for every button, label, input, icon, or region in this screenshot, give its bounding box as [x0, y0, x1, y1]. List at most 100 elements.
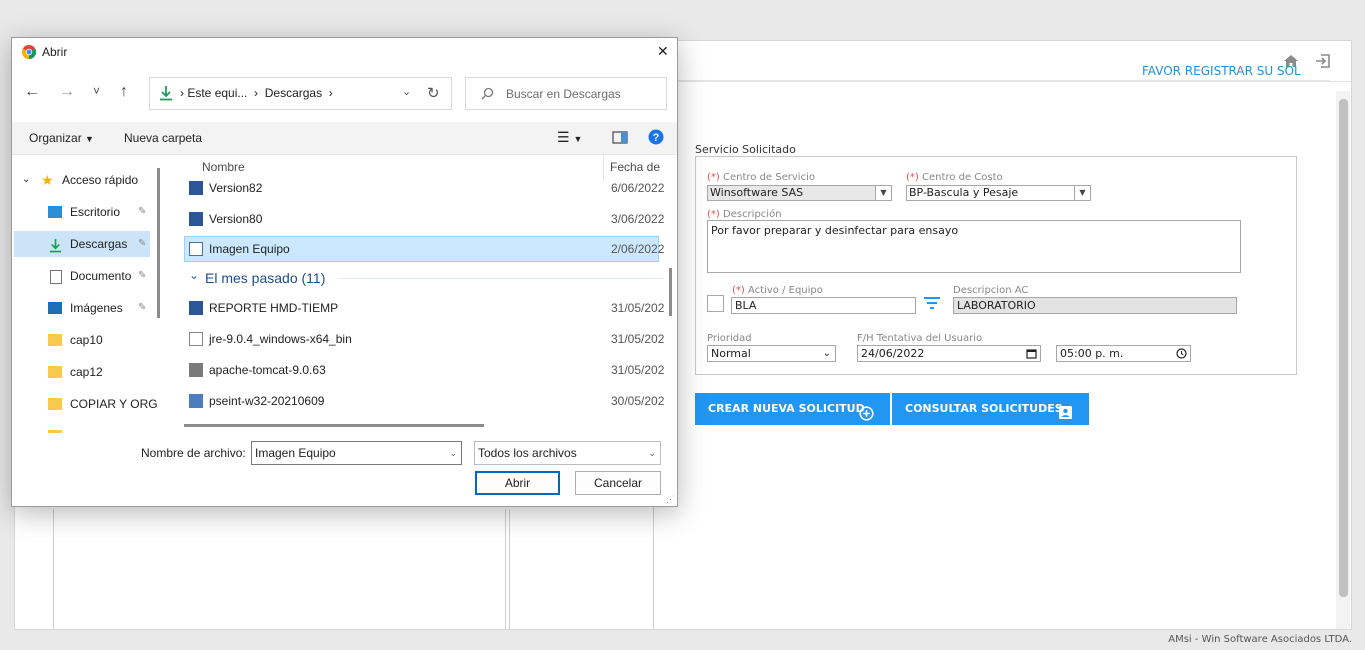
nav-item-cap12[interactable]: cap12: [14, 359, 150, 385]
preview-pane-icon[interactable]: [612, 131, 628, 147]
nav-label: Documento: [70, 269, 132, 283]
dropdown-arrow-icon: ▼: [875, 186, 891, 200]
nav-item-partial[interactable]: [14, 423, 150, 433]
filetype-select[interactable]: Todos los archivos ⌄: [474, 441, 661, 465]
chevron-down-icon[interactable]: ⌄: [648, 442, 656, 464]
file-date: 31/05/202: [611, 301, 665, 315]
group-divider: [339, 278, 664, 279]
forward-arrow-icon[interactable]: →: [59, 83, 75, 101]
filename-input[interactable]: Imagen Equipo ⌄: [251, 441, 462, 465]
refresh-icon[interactable]: ↻: [427, 84, 440, 102]
group-label: El mes pasado (11): [205, 270, 326, 286]
nav-item-escritorio[interactable]: Escritorio ✎: [14, 199, 150, 225]
chrome-icon: [21, 44, 37, 63]
hora-input[interactable]: 05:00 p. m.: [1056, 345, 1191, 362]
filename-label: Nombre de archivo:: [141, 446, 246, 460]
open-button[interactable]: Abrir: [475, 471, 560, 495]
file-list: Nombre Fecha de Version82 6/06/2022 Vers…: [167, 154, 677, 433]
breadcrumb-item[interactable]: Este equi...: [187, 86, 247, 100]
centro-costo-select[interactable]: BP-Bascula y Pesaje ▼: [906, 185, 1091, 201]
label-text: Activo / Equipo: [748, 285, 823, 296]
nav-item-documentos[interactable]: Documento ✎: [14, 263, 150, 289]
activo-checkbox[interactable]: [707, 295, 724, 312]
add-circle-icon: [859, 402, 874, 434]
address-bar[interactable]: › Este equi... › Descargas › ⌄ ↻: [149, 77, 452, 110]
chevron-down-icon[interactable]: ⌄: [449, 442, 457, 464]
file-row[interactable]: Version82 6/06/2022: [185, 175, 664, 201]
navigation-scrollbar[interactable]: [157, 168, 160, 318]
prioridad-select[interactable]: Normal ⌄: [707, 345, 836, 362]
close-icon[interactable]: ✕: [657, 43, 669, 60]
file-row-selected[interactable]: Imagen Equipo 2/06/2022: [184, 236, 664, 262]
chevron-down-icon[interactable]: ⌄: [189, 268, 199, 282]
contact-card-icon: [1058, 401, 1073, 433]
file-date: 2/06/2022: [611, 242, 665, 256]
file-row[interactable]: apache-tomcat-9.0.63 31/05/202: [185, 357, 664, 383]
centro-servicio-select[interactable]: Winsoftware SAS ▼: [707, 185, 892, 201]
fecha-input[interactable]: 24/06/2022: [857, 345, 1041, 362]
organizar-button[interactable]: Organizar ▼: [29, 131, 94, 145]
footer-text: AMsi - Win Software Asociados LTDA.: [1168, 634, 1352, 645]
descripcion-ac-label: Descripcion AC: [953, 285, 1029, 296]
nav-label: Descargas: [70, 237, 128, 251]
nueva-carpeta-button[interactable]: Nueva carpeta: [124, 131, 202, 145]
logout-icon[interactable]: [1315, 53, 1331, 72]
nav-item-imagenes[interactable]: Imágenes ✎: [14, 295, 150, 321]
file-list-scrollbar[interactable]: [669, 268, 672, 316]
desktop-icon: [48, 206, 62, 218]
navigation-pane: ⌄ ★ Acceso rápido Escritorio ✎ Descargas…: [12, 154, 158, 433]
required-mark: (*): [707, 209, 720, 220]
column-header-name[interactable]: Nombre: [202, 160, 245, 174]
recent-locations-icon[interactable]: ˅: [93, 84, 100, 98]
help-icon[interactable]: ?: [648, 129, 664, 148]
file-list-horizontal-scrollbar[interactable]: [184, 424, 484, 427]
cancel-button[interactable]: Cancelar: [575, 471, 661, 495]
nav-label: COPIAR Y ORG: [70, 397, 158, 411]
dropdown-arrow-icon: ▼: [1074, 186, 1090, 200]
filename-value: Imagen Equipo: [255, 446, 336, 460]
chevron-down-icon[interactable]: ⌄: [22, 167, 30, 193]
image-file-icon: [189, 242, 203, 256]
file-row[interactable]: REPORTE HMD-TIEMP 31/05/202: [185, 295, 664, 321]
nav-item-descargas[interactable]: Descargas ✎: [14, 231, 150, 257]
activo-input[interactable]: BLA: [731, 297, 916, 314]
pin-icon: ✎: [138, 238, 147, 249]
centro-servicio-label: (*) Centro de Servicio: [707, 172, 815, 183]
nav-item-acceso-rapido[interactable]: ⌄ ★ Acceso rápido: [14, 167, 150, 193]
view-options-icon[interactable]: ☰ ▼: [557, 129, 582, 146]
calendar-icon[interactable]: [1026, 348, 1037, 363]
file-name: Version80: [209, 212, 263, 226]
breadcrumb-item[interactable]: Descargas: [265, 86, 322, 100]
nav-item-copiar-y-org[interactable]: COPIAR Y ORG: [14, 391, 158, 417]
resize-grip-icon[interactable]: ⋰: [666, 494, 675, 505]
file-row[interactable]: pseint-w32-20210609 30/05/202: [185, 388, 664, 414]
filetype-value: Todos los archivos: [478, 446, 577, 460]
required-mark: (*): [732, 285, 745, 296]
file-date: 31/05/202: [611, 363, 665, 377]
consultar-solicitudes-button[interactable]: CONSULTAR SOLICITUDES: [892, 393, 1089, 425]
file-date: 31/05/202: [611, 332, 665, 346]
filter-icon[interactable]: [922, 296, 942, 310]
file-date: 3/06/2022: [611, 212, 665, 226]
centro-costo-label: (*) Centro de Costo: [906, 172, 1003, 183]
descripcion-textarea[interactable]: Por favor preparar y desinfectar para en…: [707, 220, 1241, 273]
page-scrollbar-thumb[interactable]: [1339, 99, 1348, 597]
search-box[interactable]: Buscar en Descargas: [465, 77, 667, 110]
folder-icon: [48, 366, 62, 378]
nav-item-cap10[interactable]: cap10: [14, 327, 150, 353]
file-row[interactable]: jre-9.0.4_windows-x64_bin 31/05/202: [185, 326, 664, 352]
select-value: Winsoftware SAS: [710, 186, 804, 199]
up-arrow-icon[interactable]: ↑: [120, 83, 128, 101]
crear-solicitud-button[interactable]: CREAR NUEVA SOLICITUD: [695, 393, 890, 425]
group-header[interactable]: ⌄ El mes pasado (11): [167, 265, 672, 291]
file-date: 30/05/202: [611, 394, 665, 408]
folder-icon: [48, 430, 62, 433]
word-file-icon: [189, 301, 203, 315]
search-placeholder: Buscar en Descargas: [506, 87, 621, 101]
file-row[interactable]: Version80 3/06/2022: [185, 206, 664, 232]
column-header-date[interactable]: Fecha de: [610, 160, 660, 174]
activo-label: (*) Activo / Equipo: [732, 285, 823, 296]
clock-icon[interactable]: [1176, 348, 1187, 363]
chevron-down-icon[interactable]: ⌄: [402, 85, 411, 98]
back-arrow-icon[interactable]: ←: [24, 83, 40, 101]
